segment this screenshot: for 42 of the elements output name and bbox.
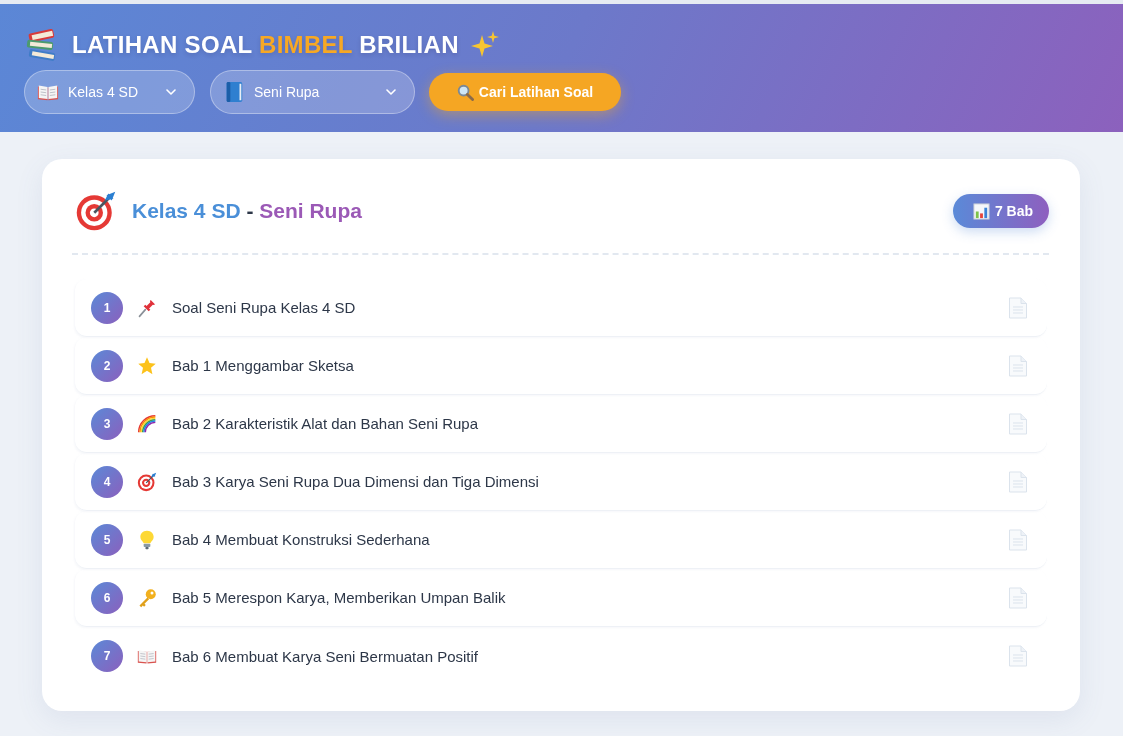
chapter-title: Bab 6 Membuat Karya Seni Bermuatan Positif — [172, 647, 478, 665]
search-icon — [456, 83, 474, 101]
chapter-number: 5 — [91, 523, 123, 556]
document-icon — [1008, 354, 1028, 377]
chapter-title: Bab 3 Karya Seni Rupa Dua Dimensi dan Tiga Dimensi — [172, 473, 539, 490]
chapter-row[interactable]: 7 Bab 6 Membuat Karya Seni Bermuatan Positif — [75, 627, 1047, 685]
chapter-number: 4 — [91, 465, 123, 498]
star-icon — [137, 355, 157, 376]
chapter-number: 2 — [91, 349, 123, 382]
chevron-down-icon — [386, 89, 396, 95]
chapter-count: 7 Bab — [994, 203, 1033, 219]
section-title: Kelas 4 SD - Seni Rupa — [132, 199, 362, 223]
dart-target-icon — [75, 190, 117, 232]
key-icon — [137, 587, 157, 608]
chapter-row[interactable]: 6 Bab 5 Merespon Karya, Memberikan Umpan Balik — [75, 569, 1047, 627]
app-title: LATIHAN SOAL BIMBEL BRILIAN — [72, 31, 459, 59]
chevron-down-icon — [166, 89, 176, 95]
target-icon — [137, 471, 157, 492]
chapter-title: Bab 5 Merespon Karya, Memberikan Umpan Balik — [172, 589, 506, 606]
chapter-row[interactable]: 2 Bab 1 Menggambar Sketsa — [75, 337, 1047, 395]
chapter-title: Bab 4 Membuat Konstruksi Sederhana — [172, 531, 430, 548]
document-icon — [1008, 412, 1028, 435]
chapter-title: Soal Seni Rupa Kelas 4 SD — [172, 299, 356, 316]
chapter-title: Bab 2 Karakteristik Alat dan Bahan Seni Rupa — [172, 415, 479, 432]
chapter-number: 1 — [91, 291, 123, 324]
chapter-row[interactable]: 5 Bab 4 Membuat Konstruksi Sederhana — [75, 511, 1047, 569]
document-icon — [1008, 586, 1028, 609]
rainbow-icon — [137, 413, 157, 434]
document-icon — [1008, 528, 1028, 551]
chapter-number: 7 — [91, 640, 123, 672]
document-icon — [1008, 645, 1028, 667]
light-bulb-icon — [137, 529, 157, 550]
chapter-number: 6 — [91, 581, 123, 614]
bar-chart-icon — [972, 202, 990, 220]
pushpin-icon — [137, 297, 157, 318]
chapter-row[interactable]: 4 Bab 3 Karya Seni Rupa Dua Dimensi dan Tiga Dimensi — [75, 453, 1047, 511]
chapter-title: Bab 1 Menggambar Sketsa — [172, 357, 354, 374]
chapter-row[interactable]: 1 Soal Seni Rupa Kelas 4 SD — [75, 279, 1047, 337]
document-icon — [1008, 296, 1028, 319]
document-icon — [1008, 470, 1028, 493]
chapter-number: 3 — [91, 407, 123, 440]
chapter-row[interactable]: 3 Bab 2 Karakteristik Alat dan Bahan Seni Rupa — [75, 395, 1047, 453]
